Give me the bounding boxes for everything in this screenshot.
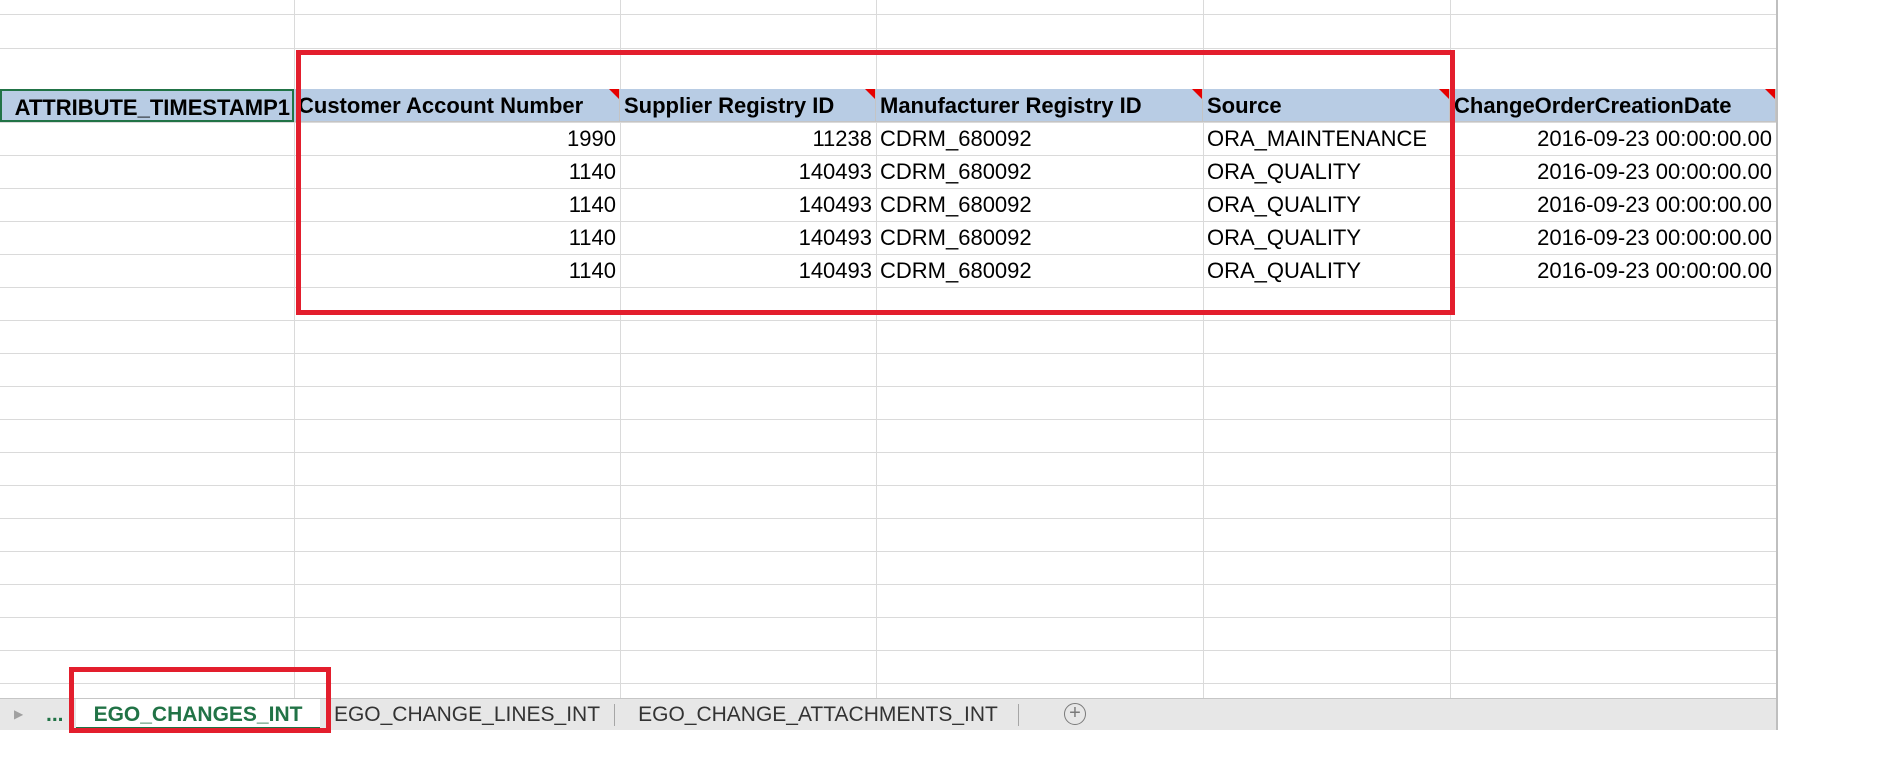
cell-customer-account-number[interactable]: 1140	[294, 155, 620, 188]
spreadsheet-grid[interactable]: ATTRIBUTE_TIMESTAMP1 Customer Account Nu…	[0, 0, 1776, 698]
comment-indicator-icon[interactable]	[1765, 89, 1775, 99]
cell-supplier-registry-id[interactable]: 140493	[620, 155, 876, 188]
triangle-right-icon[interactable]: ▶	[14, 699, 23, 730]
cell-supplier-registry-id[interactable]: 11238	[620, 122, 876, 155]
header-cell-supplier-registry-id[interactable]: Supplier Registry ID	[620, 89, 876, 122]
sheet-tab-bar: ▶ ... EGO_CHANGES_INT EGO_CHANGE_LINES_I…	[0, 698, 1776, 730]
cell-source[interactable]: ORA_MAINTENANCE	[1203, 122, 1450, 155]
gridline	[0, 14, 1776, 15]
cell-supplier-registry-id[interactable]: 140493	[620, 188, 876, 221]
gridline	[0, 320, 1776, 321]
comment-indicator-icon[interactable]	[609, 89, 619, 99]
gridline	[0, 386, 1776, 387]
cell-change-order-creation-date[interactable]: 2016-09-23 00:00:00.00	[1450, 155, 1776, 188]
add-sheet-symbol: +	[1069, 702, 1081, 724]
header-label: Manufacturer Registry ID	[880, 93, 1142, 118]
cell-manufacturer-registry-id[interactable]: CDRM_680092	[876, 155, 1203, 188]
header-cell-customer-account-number[interactable]: Customer Account Number	[294, 89, 620, 122]
sheet-tab-ego-changes-int[interactable]: EGO_CHANGES_INT	[76, 699, 320, 730]
gridline	[0, 353, 1776, 354]
cell-manufacturer-registry-id[interactable]: CDRM_680092	[876, 122, 1203, 155]
sheet-tabs-overflow-button[interactable]: ...	[46, 699, 64, 730]
sheet-tab-label: EGO_CHANGES_INT	[93, 703, 303, 726]
sheet-tab-label: EGO_CHANGE_LINES_INT	[333, 703, 601, 726]
tab-divider	[614, 704, 615, 726]
comment-indicator-icon[interactable]	[1192, 89, 1202, 99]
gridline	[0, 650, 1776, 651]
gridline	[0, 452, 1776, 453]
cell-customer-account-number[interactable]: 1140	[294, 254, 620, 287]
cell-supplier-registry-id[interactable]: 140493	[620, 254, 876, 287]
sheet-tab-ego-change-attachments-int[interactable]: EGO_CHANGE_ATTACHMENTS_INT	[620, 699, 1016, 730]
cell-change-order-creation-date[interactable]: 2016-09-23 00:00:00.00	[1450, 122, 1776, 155]
header-label: ATTRIBUTE_TIMESTAMP1	[14, 95, 290, 120]
cell-manufacturer-registry-id[interactable]: CDRM_680092	[876, 221, 1203, 254]
cell-customer-account-number[interactable]: 1140	[294, 188, 620, 221]
gridline	[0, 48, 1776, 49]
cell-manufacturer-registry-id[interactable]: CDRM_680092	[876, 254, 1203, 287]
gridline	[0, 419, 1776, 420]
sheet-tab-ego-change-lines-int[interactable]: EGO_CHANGE_LINES_INT	[322, 699, 612, 730]
header-label: Customer Account Number	[298, 93, 584, 118]
cell-change-order-creation-date[interactable]: 2016-09-23 00:00:00.00	[1450, 221, 1776, 254]
header-label: ChangeOrderCreationDate	[1454, 93, 1732, 118]
cell-source[interactable]: ORA_QUALITY	[1203, 221, 1450, 254]
gridline	[0, 518, 1776, 519]
sheet-right-edge	[1776, 0, 1778, 730]
sheet-tab-label: EGO_CHANGE_ATTACHMENTS_INT	[638, 703, 998, 726]
cell-change-order-creation-date[interactable]: 2016-09-23 00:00:00.00	[1450, 254, 1776, 287]
gridline	[0, 584, 1776, 585]
cell-customer-account-number[interactable]: 1990	[294, 122, 620, 155]
cell-source[interactable]: ORA_QUALITY	[1203, 254, 1450, 287]
cell-change-order-creation-date[interactable]: 2016-09-23 00:00:00.00	[1450, 188, 1776, 221]
gridline	[0, 617, 1776, 618]
header-cell-source[interactable]: Source	[1203, 89, 1450, 122]
header-label: Supplier Registry ID	[624, 93, 835, 118]
header-label: Source	[1207, 93, 1282, 118]
tab-divider	[1018, 704, 1019, 726]
gridline	[0, 485, 1776, 486]
header-cell-manufacturer-registry-id[interactable]: Manufacturer Registry ID	[876, 89, 1203, 122]
cell-source[interactable]: ORA_QUALITY	[1203, 155, 1450, 188]
plus-circle-icon[interactable]: +	[1064, 703, 1086, 725]
gridline	[0, 683, 1776, 684]
gridline	[0, 287, 1776, 288]
header-cell-change-order-creation-date[interactable]: ChangeOrderCreationDate	[1450, 89, 1776, 122]
comment-indicator-icon[interactable]	[1439, 89, 1449, 99]
cell-customer-account-number[interactable]: 1140	[294, 221, 620, 254]
header-cell-attribute-timestamp1[interactable]: ATTRIBUTE_TIMESTAMP1	[0, 89, 294, 122]
cell-manufacturer-registry-id[interactable]: CDRM_680092	[876, 188, 1203, 221]
cell-source[interactable]: ORA_QUALITY	[1203, 188, 1450, 221]
gridline	[0, 551, 1776, 552]
cell-supplier-registry-id[interactable]: 140493	[620, 221, 876, 254]
comment-indicator-icon[interactable]	[865, 89, 875, 99]
